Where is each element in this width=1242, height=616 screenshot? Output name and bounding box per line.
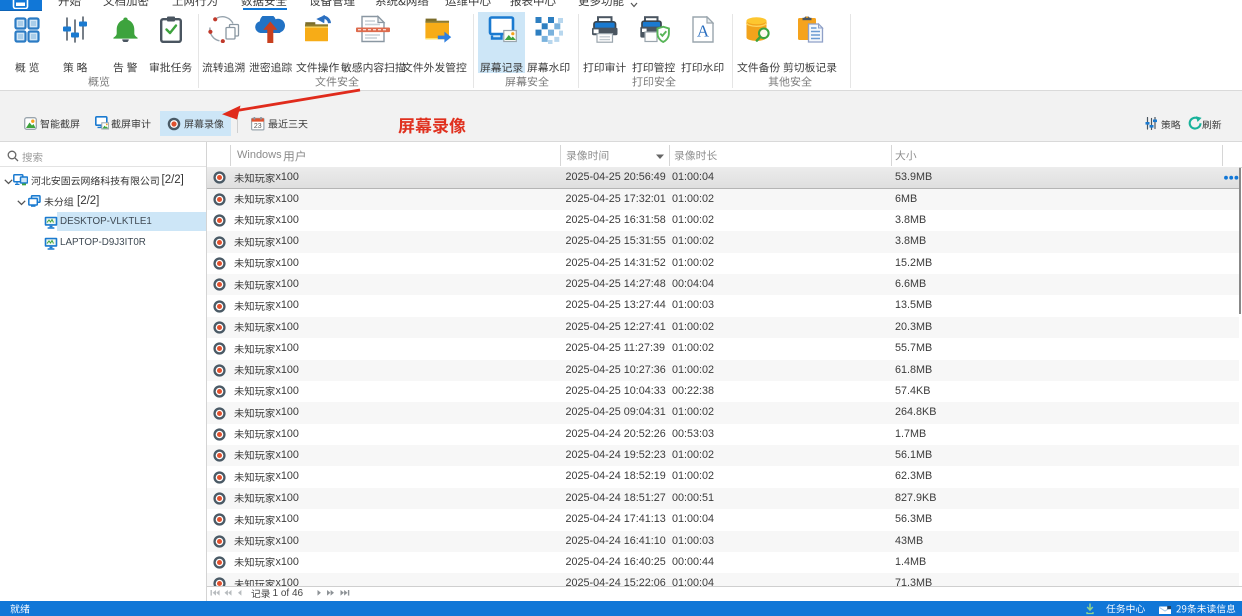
- svg-text:23: 23: [254, 123, 262, 130]
- svg-text:A: A: [696, 22, 709, 41]
